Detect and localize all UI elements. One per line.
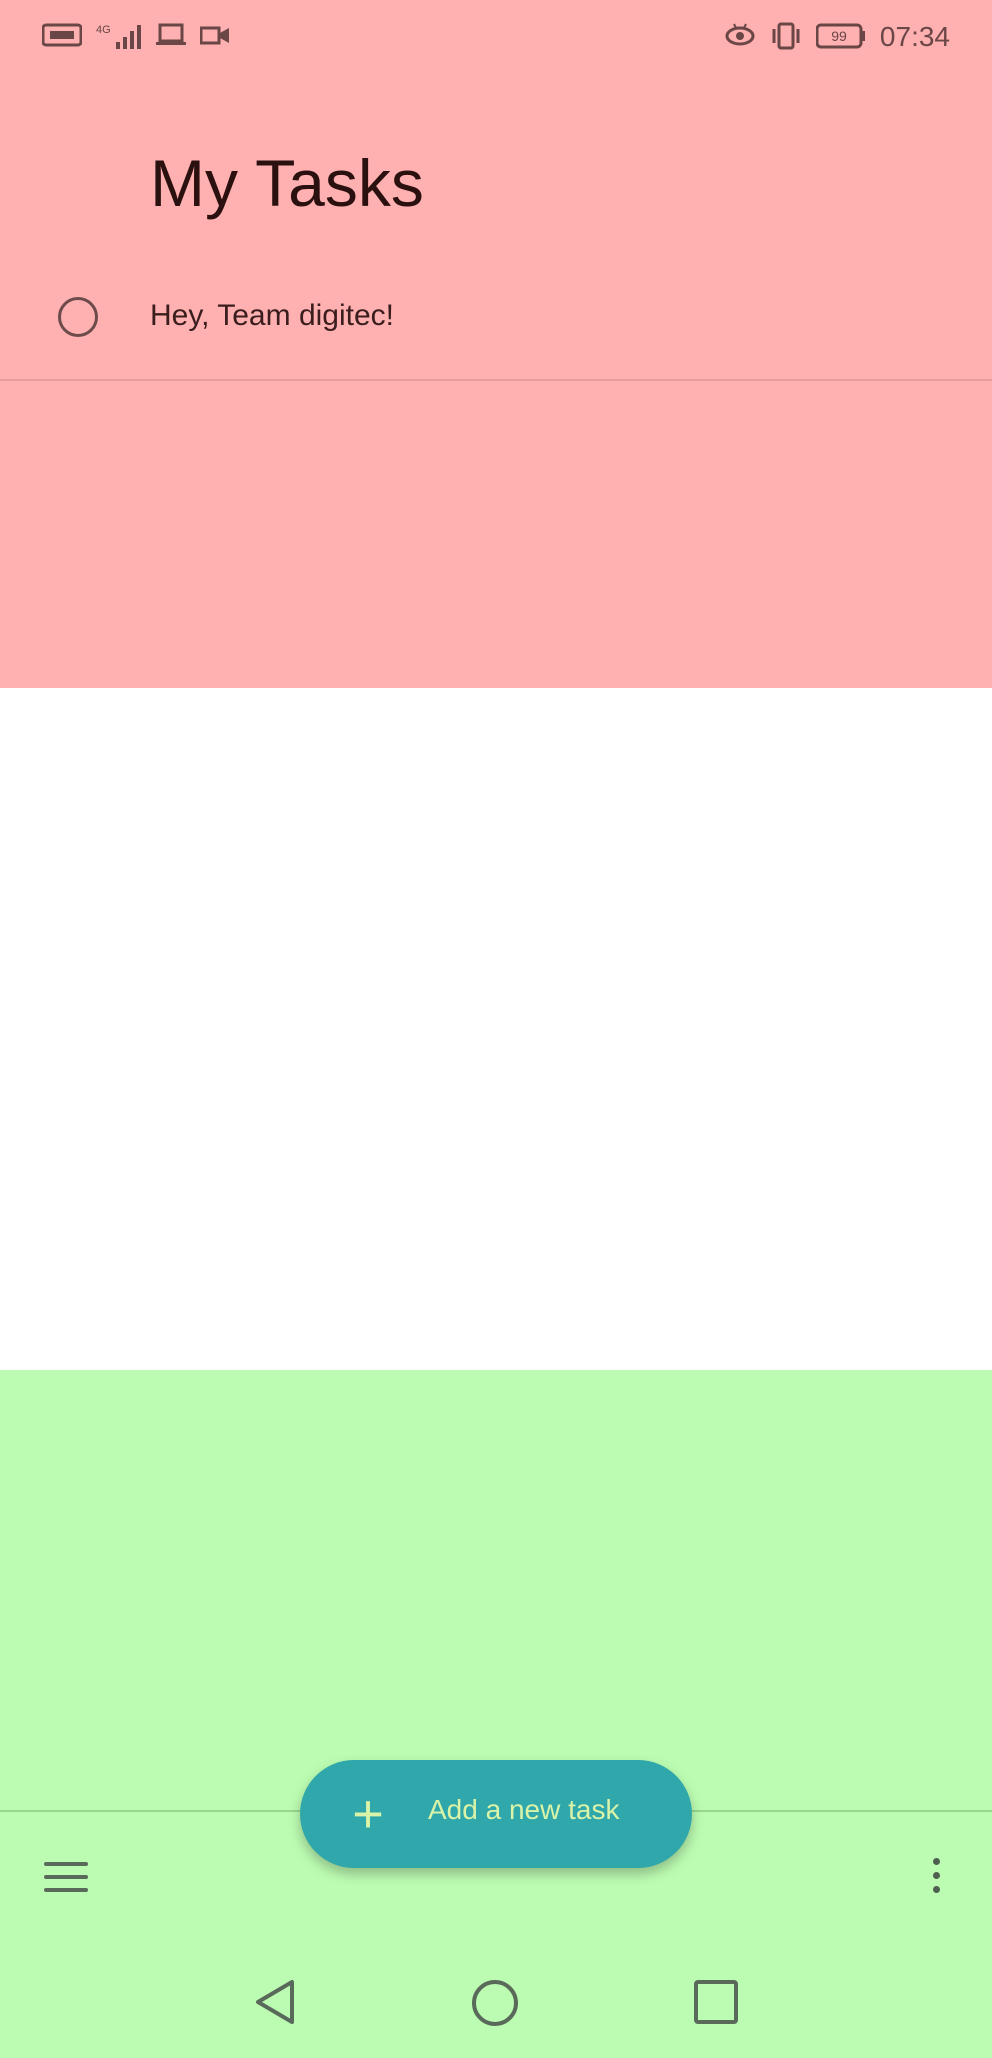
video-icon	[199, 22, 230, 52]
vibrate-icon	[770, 22, 802, 52]
screen: 4G 99 07:34 My Tasks Hey, Team digitec! …	[0, 0, 992, 2058]
add-task-label: Add a new task	[428, 1794, 620, 1825]
task-complete-checkbox[interactable]	[58, 297, 98, 337]
signal-4g-icon: 4G	[96, 22, 142, 52]
battery-level: 99	[831, 28, 847, 44]
task-label[interactable]: Hey, Team digitec!	[150, 299, 394, 333]
status-bar-right: 99 07:34	[724, 22, 950, 52]
back-icon[interactable]	[254, 1978, 298, 2026]
status-time: 07:34	[879, 21, 950, 52]
task-row[interactable]: Hey, Team digitec!	[0, 285, 992, 381]
battery-icon: 99	[815, 22, 866, 52]
page-title: My Tasks	[150, 146, 424, 220]
plus-icon: +	[352, 1784, 384, 1844]
laptop-icon	[156, 22, 186, 52]
nfc-icon	[41, 22, 83, 52]
status-bar: 4G 99 07:34	[0, 0, 992, 76]
add-task-button[interactable]: + Add a new task	[300, 1760, 692, 1868]
eye-comfort-icon	[724, 22, 756, 52]
home-icon[interactable]	[472, 1980, 518, 2026]
system-nav-bar	[0, 1950, 992, 2058]
status-bar-left: 4G	[41, 22, 230, 52]
more-vert-icon[interactable]	[926, 1858, 946, 1902]
svg-text:4G: 4G	[96, 24, 111, 36]
recent-apps-icon[interactable]	[694, 1980, 738, 2024]
menu-icon[interactable]	[44, 1862, 88, 1898]
